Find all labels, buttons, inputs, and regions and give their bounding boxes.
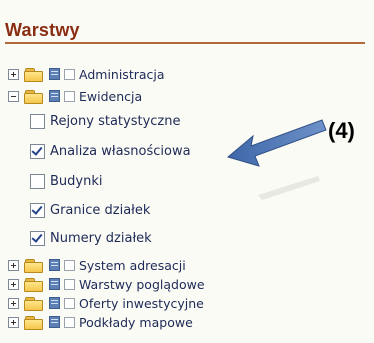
annotation-arrow-icon xyxy=(226,119,327,200)
layers-panel: Warstwy Administracja Ewidencja Rejony s… xyxy=(0,0,374,343)
annotation-label: (4) xyxy=(328,118,355,143)
